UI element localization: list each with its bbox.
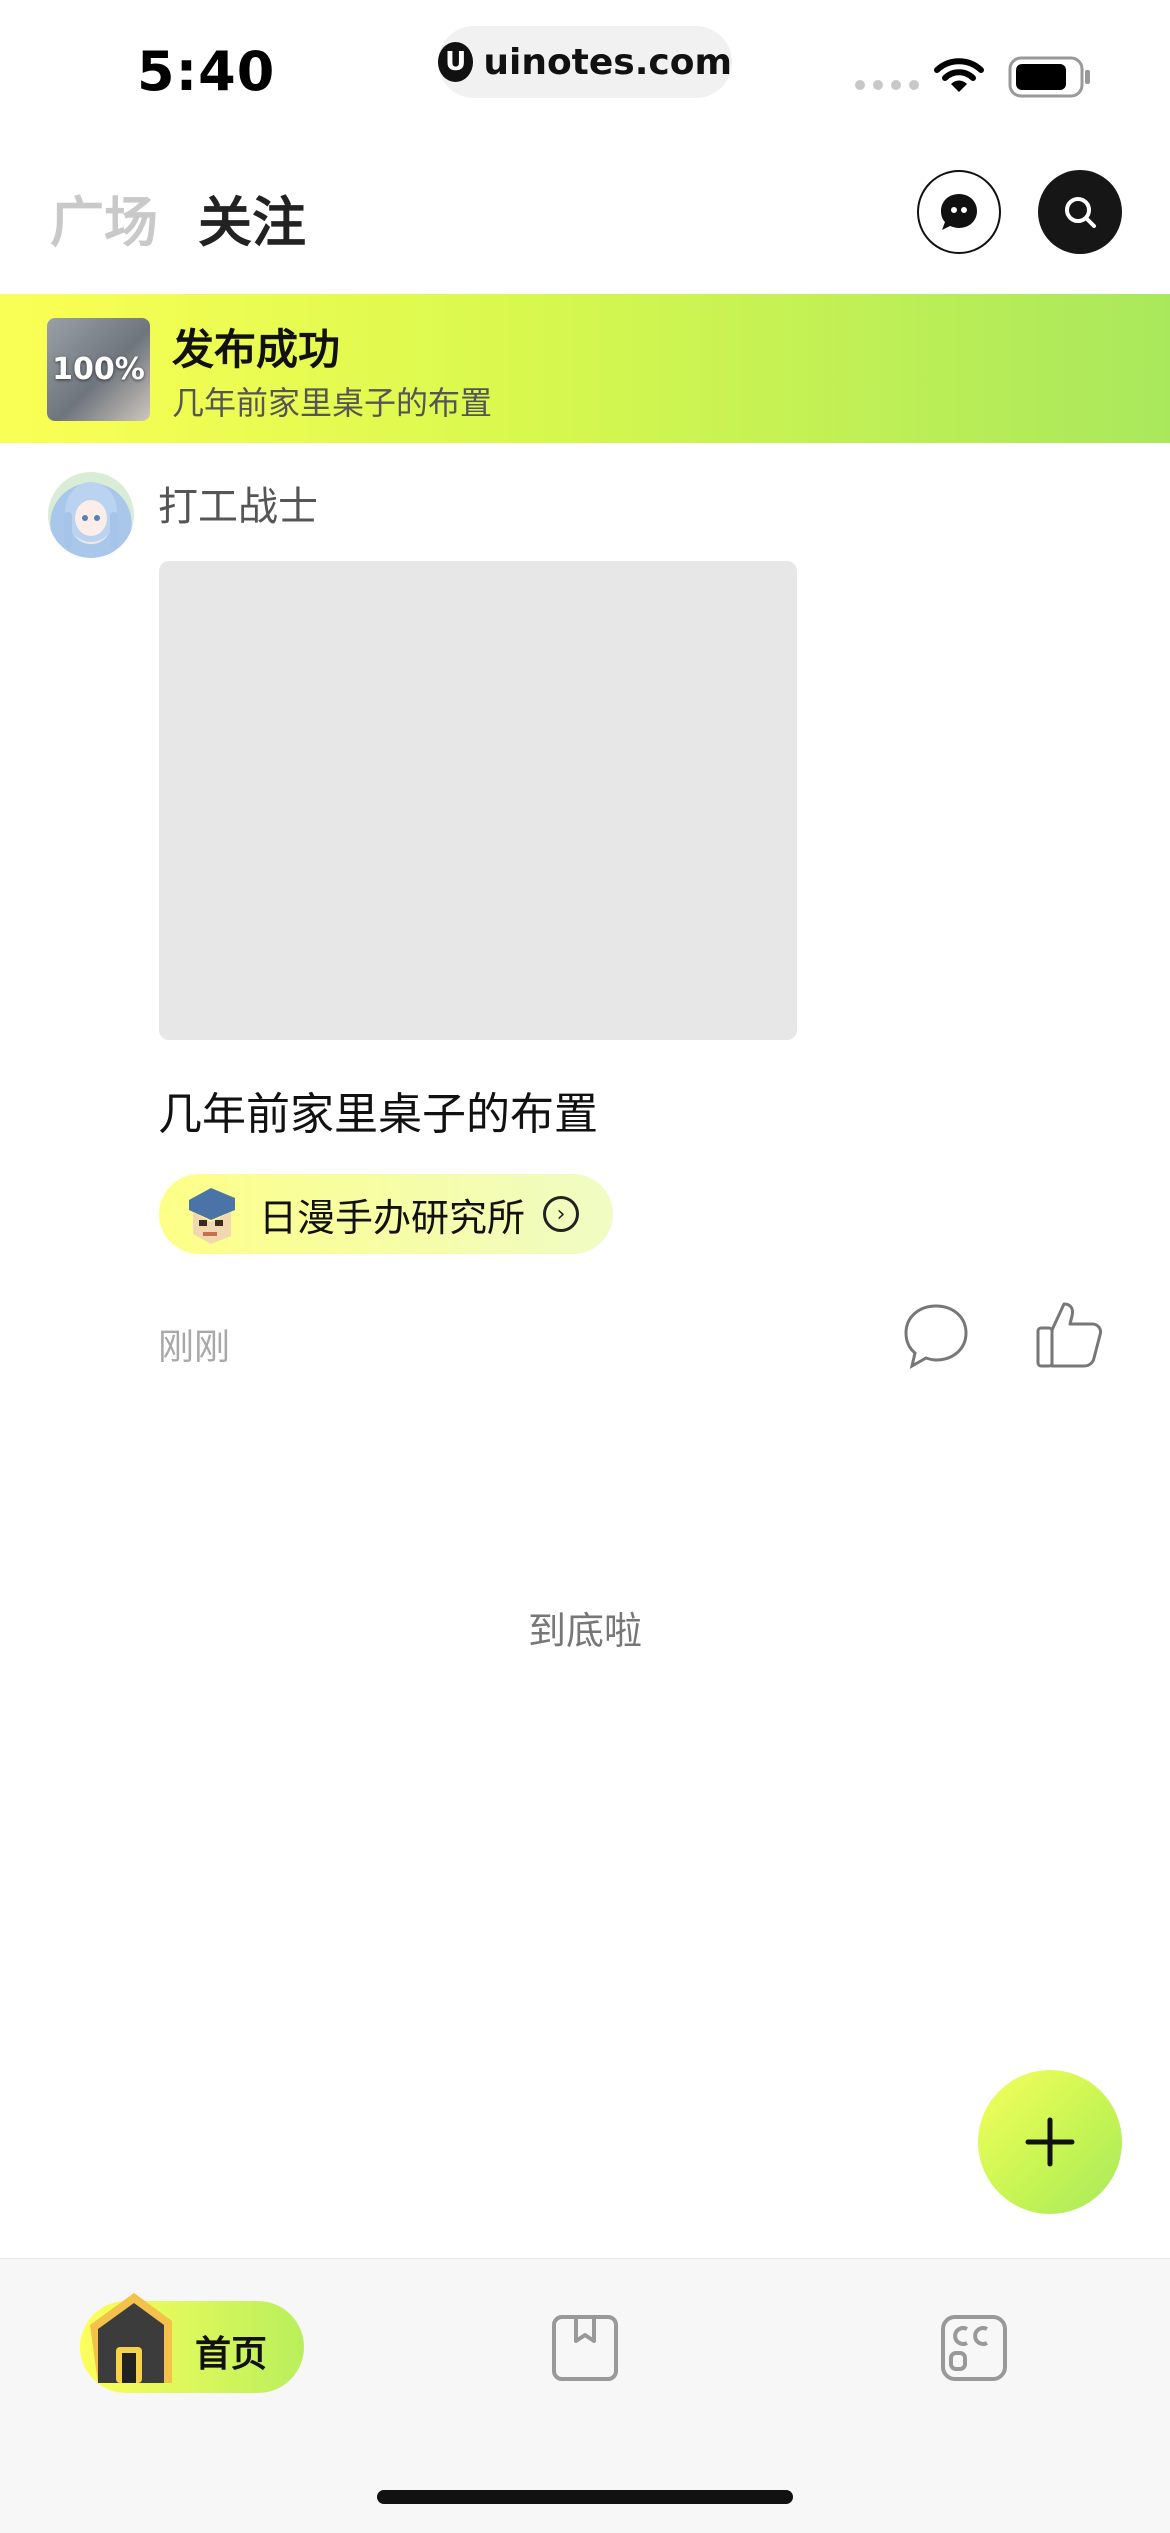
- tab-follow[interactable]: 关注: [198, 178, 306, 257]
- upload-thumbnail: 100%: [47, 318, 150, 421]
- chevron-right-icon: ›: [543, 1196, 580, 1232]
- post-image[interactable]: [159, 561, 797, 1040]
- battery-icon: [1008, 56, 1090, 98]
- search-button[interactable]: [1038, 170, 1122, 254]
- nav-home-label: 首页: [195, 2334, 268, 2375]
- book-icon[interactable]: [550, 2313, 620, 2383]
- url-pill[interactable]: U uinotes.com: [438, 26, 732, 98]
- cc-icon[interactable]: [937, 2313, 1009, 2383]
- post-title[interactable]: 几年前家里桌子的布置: [158, 1078, 598, 1142]
- banner-subtitle: 几年前家里桌子的布置: [172, 384, 493, 422]
- tab-plaza[interactable]: 广场: [50, 178, 158, 257]
- upload-progress-label: 100%: [52, 352, 145, 387]
- home-icon: [90, 2293, 172, 2383]
- search-icon: [1065, 197, 1096, 228]
- post-username[interactable]: 打工战士: [158, 474, 318, 532]
- post-time: 刚刚: [158, 1327, 231, 1368]
- circle-name: 日漫手办研究所: [259, 1195, 526, 1240]
- comment-icon[interactable]: [902, 1302, 970, 1370]
- circle-chip[interactable]: 日漫手办研究所 ›: [159, 1174, 613, 1254]
- plus-icon: [1025, 2117, 1075, 2167]
- create-post-button[interactable]: [978, 2070, 1122, 2214]
- anime-avatar-icon: [64, 482, 118, 548]
- wifi-icon: [934, 58, 984, 92]
- status-time: 5:40: [137, 40, 276, 103]
- like-icon[interactable]: [1034, 1298, 1104, 1370]
- url-text: uinotes.com: [483, 41, 732, 83]
- circle-avatar-icon: [189, 1188, 235, 1244]
- publish-success-banner[interactable]: 100% 发布成功 几年前家里桌子的布置: [0, 294, 1170, 443]
- banner-title: 发布成功: [172, 325, 341, 374]
- message-icon: [941, 194, 977, 230]
- signal-dots-icon: [855, 80, 919, 90]
- home-indicator: [377, 2490, 793, 2504]
- avatar[interactable]: [48, 472, 134, 558]
- nav-home[interactable]: 首页: [80, 2293, 304, 2393]
- feed-end-text: 到底啦: [527, 1609, 642, 1653]
- site-logo-icon: U: [438, 42, 474, 82]
- message-button[interactable]: [917, 170, 1001, 254]
